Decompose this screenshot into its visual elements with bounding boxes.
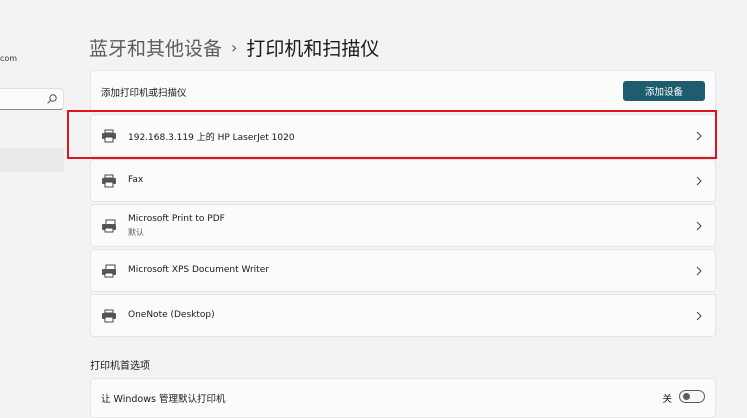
- printer-item-microsoft-xps[interactable]: Microsoft XPS Document Writer: [90, 249, 716, 292]
- printer-default-icon: [102, 219, 116, 233]
- printer-name: Microsoft XPS Document Writer: [128, 265, 269, 275]
- add-device-button[interactable]: 添加设备: [623, 81, 705, 101]
- chevron-right-icon: [696, 266, 702, 276]
- printer-icon: [102, 309, 116, 323]
- sidebar: com: [0, 0, 66, 400]
- printer-preferences-heading: 打印机首选项: [90, 361, 150, 372]
- printer-item-microsoft-print-to-pdf[interactable]: Microsoft Print to PDF 默认: [90, 204, 716, 247]
- printer-name: Microsoft Print to PDF: [128, 214, 225, 224]
- chevron-right-icon: [696, 176, 702, 186]
- manage-default-printer-toggle[interactable]: [679, 390, 705, 403]
- chevron-right-icon: [696, 221, 702, 231]
- chevron-right-icon: [696, 131, 702, 141]
- printer-default-icon: [102, 264, 116, 278]
- breadcrumb-parent-link[interactable]: 蓝牙和其他设备: [89, 34, 222, 61]
- printer-name: OneNote (Desktop): [128, 310, 215, 320]
- printer-icon: [102, 174, 116, 188]
- breadcrumb: 蓝牙和其他设备 › 打印机和扫描仪: [89, 34, 379, 60]
- default-printer-setting-card: 让 Windows 管理默认打印机 关: [90, 378, 716, 418]
- default-printer-setting-label: 让 Windows 管理默认打印机: [101, 394, 226, 405]
- printer-default-label: 默认: [128, 228, 144, 237]
- add-printer-card: 添加打印机或扫描仪 添加设备: [90, 70, 716, 112]
- account-email: com: [0, 54, 18, 63]
- breadcrumb-separator: ›: [231, 37, 238, 57]
- page-title: 打印机和扫描仪: [246, 37, 380, 60]
- printer-item-hp-laserjet[interactable]: 192.168.3.119 上的 HP LaserJet 1020: [90, 114, 716, 157]
- sidebar-item-selected[interactable]: [0, 148, 64, 172]
- toggle-knob: [683, 393, 690, 400]
- add-printer-label: 添加打印机或扫描仪: [101, 88, 187, 99]
- settings-search-box[interactable]: [0, 88, 64, 112]
- printer-item-onenote[interactable]: OneNote (Desktop): [90, 294, 716, 337]
- printer-name: Fax: [128, 175, 144, 185]
- settings-search-input[interactable]: [0, 92, 49, 112]
- chevron-right-icon: [696, 311, 702, 321]
- printer-item-fax[interactable]: Fax: [90, 159, 716, 202]
- search-icon[interactable]: [46, 93, 58, 105]
- toggle-state-label: 关: [662, 394, 672, 405]
- printer-icon: [102, 129, 116, 143]
- printer-name: 192.168.3.119 上的 HP LaserJet 1020: [128, 133, 295, 143]
